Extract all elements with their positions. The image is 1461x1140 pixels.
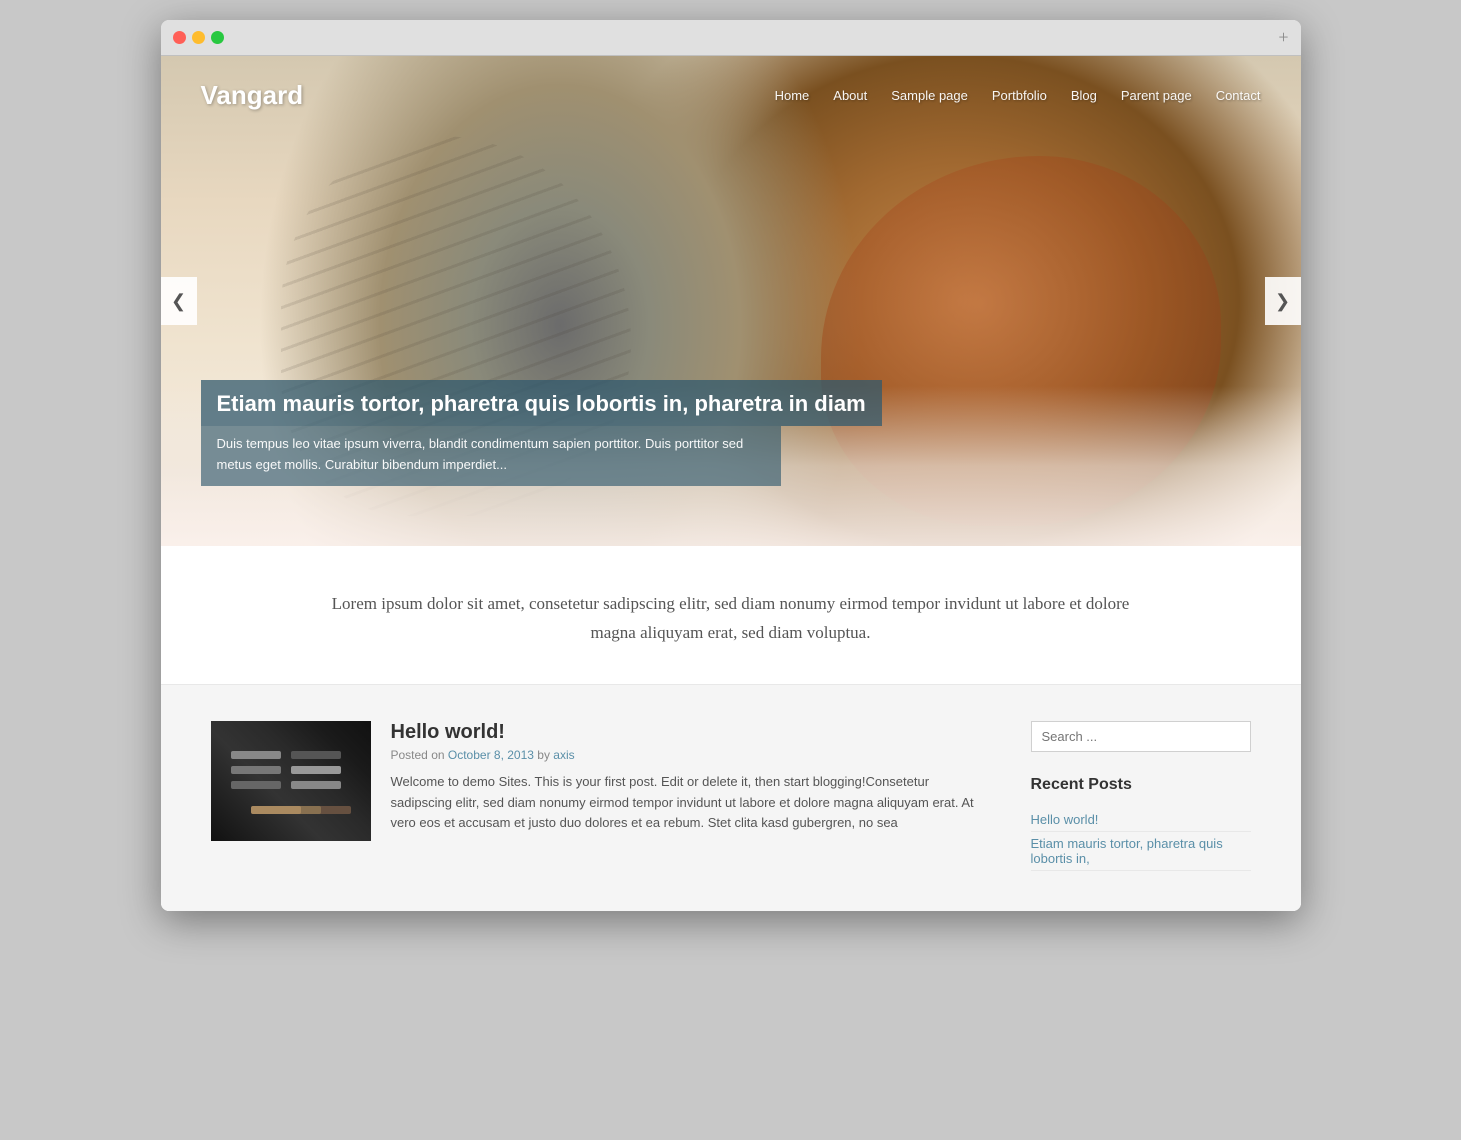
post-meta: Posted on October 8, 2013 by axis xyxy=(391,748,981,762)
recent-post-item[interactable]: Etiam mauris tortor, pharetra quis lobor… xyxy=(1031,832,1251,871)
site-nav: Vangard Home About Sample page Portbfoli… xyxy=(161,56,1301,135)
hero-section: Vangard Home About Sample page Portbfoli… xyxy=(161,56,1301,546)
nav-links: Home About Sample page Portbfolio Blog P… xyxy=(775,87,1261,105)
recent-posts-list: Hello world! Etiam mauris tortor, pharet… xyxy=(1031,808,1251,871)
recent-posts-heading: Recent Posts xyxy=(1031,776,1251,794)
hero-caption-text: Duis tempus leo vitae ipsum viverra, bla… xyxy=(201,426,781,486)
search-input[interactable] xyxy=(1031,721,1251,752)
nav-portfolio[interactable]: Portbfolio xyxy=(992,88,1047,103)
intro-section: Lorem ipsum dolor sit amet, consetetur s… xyxy=(161,546,1301,684)
nav-sample-page[interactable]: Sample page xyxy=(891,88,968,103)
sidebar: Recent Posts Hello world! Etiam mauris t… xyxy=(1031,721,1251,871)
nav-home[interactable]: Home xyxy=(775,88,810,103)
post-author-link[interactable]: axis xyxy=(553,748,574,762)
browser-buttons xyxy=(173,31,224,44)
hero-caption: Etiam mauris tortor, pharetra quis lobor… xyxy=(201,380,1101,486)
nav-contact[interactable]: Contact xyxy=(1216,88,1261,103)
post-excerpt: Welcome to demo Sites. This is your firs… xyxy=(391,772,981,834)
nav-blog[interactable]: Blog xyxy=(1071,88,1097,103)
nav-about[interactable]: About xyxy=(833,88,867,103)
browser-window: + Vangard Home About Sample page Portbfo… xyxy=(161,20,1301,911)
hero-caption-title: Etiam mauris tortor, pharetra quis lobor… xyxy=(201,380,882,427)
recent-post-item[interactable]: Hello world! xyxy=(1031,808,1251,832)
hero-prev-button[interactable]: ❮ xyxy=(161,277,197,325)
site-wrapper: Vangard Home About Sample page Portbfoli… xyxy=(161,56,1301,911)
post-content: Hello world! Posted on October 8, 2013 b… xyxy=(391,721,981,841)
posts-area: Hello world! Posted on October 8, 2013 b… xyxy=(211,721,1031,871)
intro-text: Lorem ipsum dolor sit amet, consetetur s… xyxy=(321,590,1141,648)
post-item: Hello world! Posted on October 8, 2013 b… xyxy=(211,721,981,841)
maximize-button[interactable] xyxy=(211,31,224,44)
post-date-link[interactable]: October 8, 2013 xyxy=(448,748,534,762)
post-title[interactable]: Hello world! xyxy=(391,721,981,744)
site-title: Vangard xyxy=(201,80,304,111)
nav-parent-page[interactable]: Parent page xyxy=(1121,88,1192,103)
main-content: Hello world! Posted on October 8, 2013 b… xyxy=(161,684,1301,911)
minimize-button[interactable] xyxy=(192,31,205,44)
new-tab-button[interactable]: + xyxy=(1278,27,1288,48)
browser-chrome: + xyxy=(161,20,1301,56)
close-button[interactable] xyxy=(173,31,186,44)
post-thumbnail xyxy=(211,721,371,841)
hero-next-button[interactable]: ❯ xyxy=(1265,277,1301,325)
